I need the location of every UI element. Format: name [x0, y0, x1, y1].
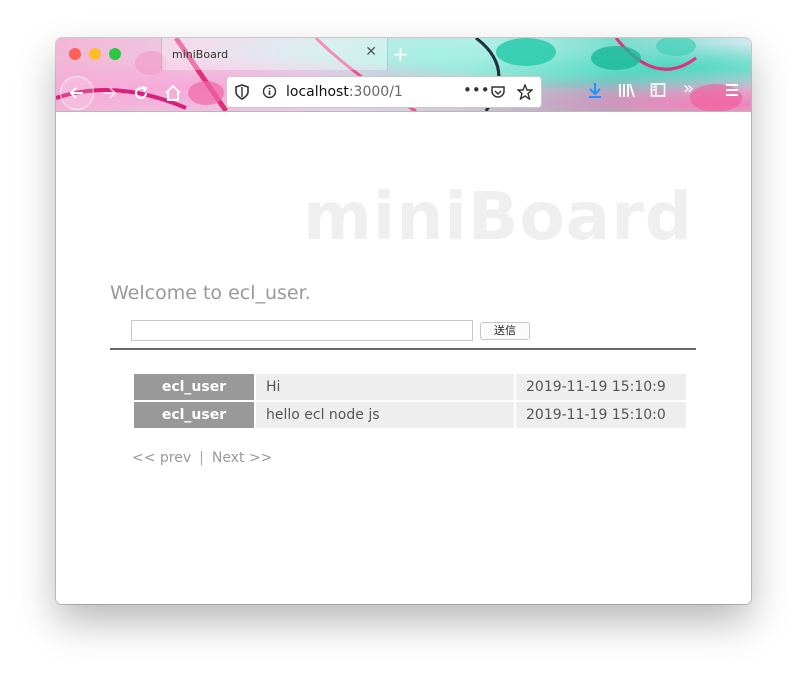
- site-logo-text: miniBoard: [303, 178, 693, 255]
- page-content: miniBoard Welcome to ecl_user. 送信 ecl_us…: [56, 112, 751, 604]
- close-window-button[interactable]: [69, 48, 81, 60]
- tab-miniboard[interactable]: miniBoard ✕: [161, 38, 388, 70]
- pagination: << prev | Next >>: [132, 450, 272, 466]
- table-row: ecl_user Hi 2019-11-19 15:10:9: [134, 374, 686, 400]
- url-bar[interactable]: localhost:3000/1 •••: [226, 76, 542, 108]
- message-table: ecl_user Hi 2019-11-19 15:10:9 ecl_user …: [132, 372, 688, 430]
- library-icon[interactable]: [618, 82, 636, 98]
- sidebar-icon[interactable]: [650, 82, 666, 98]
- star-icon[interactable]: [517, 84, 533, 100]
- send-button[interactable]: 送信: [480, 322, 530, 340]
- message-text: Hi: [256, 374, 514, 400]
- forward-button[interactable]: [94, 78, 124, 108]
- back-arrow-icon: [69, 87, 83, 99]
- plus-icon[interactable]: +: [392, 42, 409, 66]
- divider: [110, 348, 696, 350]
- home-icon: [165, 84, 181, 101]
- more-icon[interactable]: •••: [463, 81, 490, 99]
- close-icon[interactable]: ✕: [365, 44, 377, 60]
- browser-toolbar: miniBoard ✕ + localhost:3000/1 ••• »: [56, 38, 751, 112]
- minimize-window-button[interactable]: [89, 48, 101, 60]
- url-path: :3000/1: [348, 84, 403, 100]
- next-page-link[interactable]: Next >>: [212, 450, 273, 466]
- url-host: localhost: [286, 84, 349, 100]
- info-icon[interactable]: [262, 84, 277, 99]
- overflow-icon[interactable]: »: [683, 78, 694, 99]
- tab-title: miniBoard: [172, 48, 229, 61]
- message-time: 2019-11-19 15:10:0: [516, 402, 686, 428]
- pager-separator: |: [199, 450, 204, 466]
- back-button[interactable]: [60, 76, 94, 110]
- table-row: ecl_user hello ecl node js 2019-11-19 15…: [134, 402, 686, 428]
- home-button[interactable]: [158, 78, 188, 108]
- welcome-message: Welcome to ecl_user.: [110, 282, 311, 304]
- zoom-window-button[interactable]: [109, 48, 121, 60]
- shield-icon[interactable]: [235, 84, 249, 100]
- pocket-icon[interactable]: [490, 84, 506, 100]
- download-icon[interactable]: [587, 82, 603, 98]
- reload-icon: [135, 86, 148, 99]
- message-user: ecl_user: [134, 374, 254, 400]
- forward-arrow-icon: [103, 87, 117, 99]
- message-input[interactable]: [131, 320, 473, 341]
- url-text[interactable]: localhost:3000/1: [286, 84, 403, 100]
- menu-icon[interactable]: [724, 82, 740, 98]
- browser-window: miniBoard ✕ + localhost:3000/1 ••• » min…: [56, 38, 751, 604]
- message-user: ecl_user: [134, 402, 254, 428]
- message-time: 2019-11-19 15:10:9: [516, 374, 686, 400]
- prev-page-link[interactable]: << prev: [132, 450, 191, 466]
- reload-button[interactable]: [126, 78, 156, 108]
- message-text: hello ecl node js: [256, 402, 514, 428]
